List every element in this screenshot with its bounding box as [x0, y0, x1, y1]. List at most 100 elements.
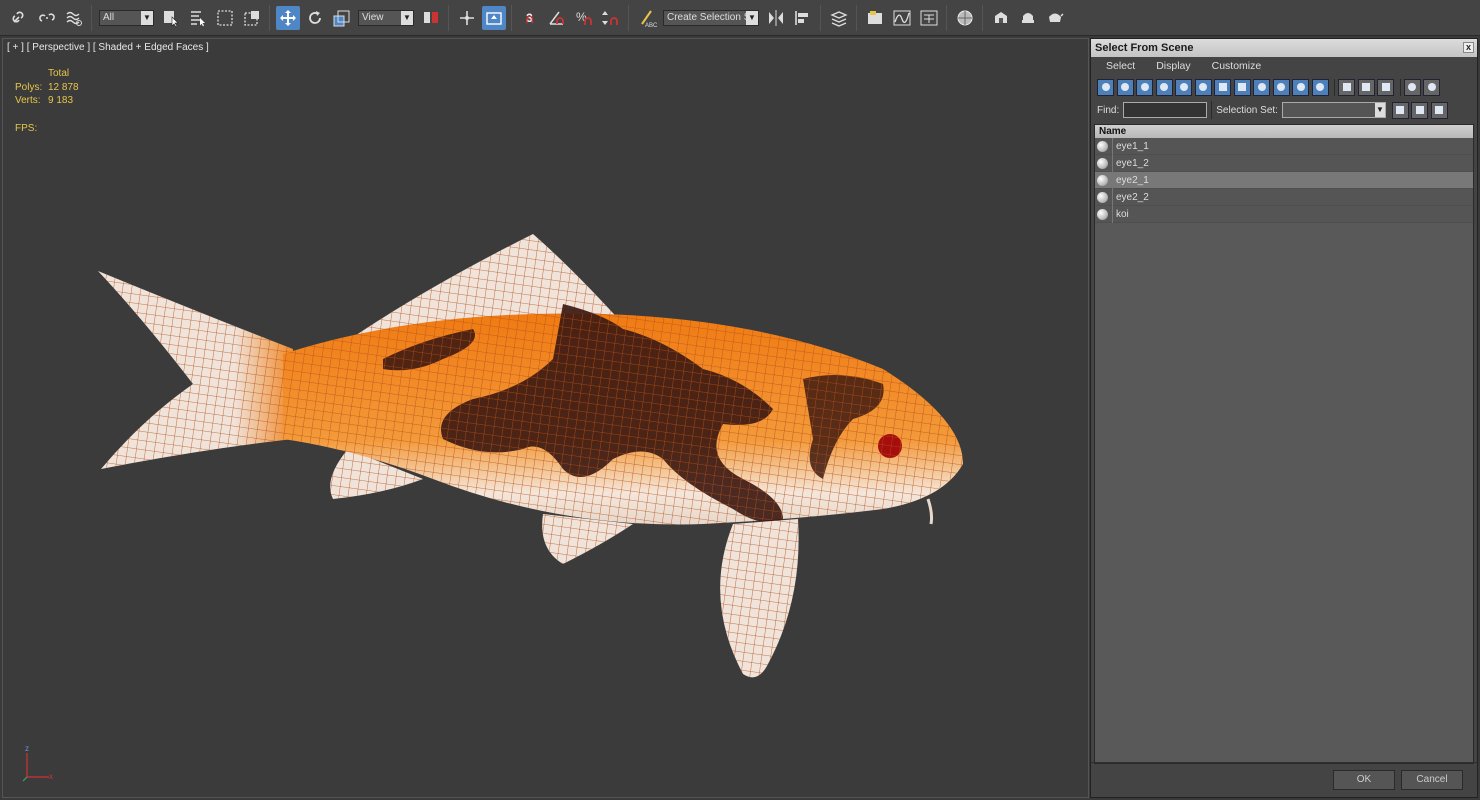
toolbar-separator — [856, 4, 857, 31]
dialog-title-bar[interactable]: Select From Scene x — [1091, 39, 1477, 57]
list-item[interactable]: koi — [1095, 205, 1473, 223]
add-to-selection-set-icon[interactable] — [1411, 101, 1429, 119]
manipulate-icon[interactable] — [455, 6, 479, 30]
list-item[interactable]: eye1_2 — [1095, 154, 1473, 172]
selection-filter-dropdown[interactable]: All ▼ — [99, 9, 154, 26]
dialog-menu-bar: Select Display Customize — [1091, 57, 1477, 75]
find-label: Find: — [1097, 104, 1120, 116]
display-xrefs-icon[interactable] — [1233, 78, 1251, 96]
name-column-label: Name — [1099, 126, 1127, 137]
perspective-viewport[interactable]: [ + ] [ Perspective ] [ Shaded + Edged F… — [2, 38, 1089, 798]
display-helpers-icon[interactable] — [1175, 78, 1192, 96]
render-setup-icon[interactable] — [989, 6, 1013, 30]
display-invert-icon[interactable] — [1377, 78, 1394, 96]
window-crossing-icon[interactable] — [240, 6, 264, 30]
filter-funnel-icon[interactable] — [1403, 78, 1421, 96]
display-none-icon[interactable] — [1357, 78, 1375, 96]
named-selection-value: Create Selection Se — [667, 11, 756, 23]
align-icon[interactable] — [791, 6, 815, 30]
selection-set-dropdown[interactable]: ▼ — [1281, 102, 1386, 118]
toggle-ribbon-icon[interactable] — [863, 6, 887, 30]
display-hidden-icon[interactable] — [1311, 78, 1329, 96]
snaps-toggle-icon[interactable]: 3 — [518, 6, 542, 30]
scene-object-list[interactable]: Name eye1_1 eye1_2 eye2_1 eye2_2 koi — [1094, 124, 1474, 764]
reference-coordinate-value: View — [362, 11, 384, 23]
icon-separator — [1399, 78, 1401, 96]
display-groups-icon[interactable] — [1214, 78, 1231, 96]
material-editor-icon[interactable] — [953, 6, 977, 30]
svg-text:ABC: ABC — [645, 23, 657, 28]
toolbar-separator — [982, 4, 983, 31]
select-object-icon[interactable] — [159, 6, 183, 30]
select-by-name-icon[interactable] — [186, 6, 210, 30]
display-lights-icon[interactable] — [1136, 78, 1153, 96]
unlink-icon[interactable] — [35, 6, 59, 30]
close-icon[interactable]: x — [1463, 42, 1474, 53]
list-item[interactable]: eye1_1 — [1095, 137, 1473, 155]
chevron-down-icon: ▼ — [1374, 103, 1385, 117]
toolbar-separator — [269, 4, 270, 31]
display-cameras-icon[interactable] — [1155, 78, 1173, 96]
toolbar-separator — [628, 4, 629, 31]
pectoral-fin — [720, 519, 799, 678]
named-selection-sets-dropdown[interactable]: Create Selection Se ▼ — [663, 9, 759, 26]
list-item-name: koi — [1116, 208, 1129, 220]
reference-coordinate-dropdown[interactable]: View ▼ — [358, 9, 414, 26]
display-bones-icon[interactable] — [1253, 78, 1270, 96]
teapot-icon — [1097, 191, 1108, 203]
ok-button[interactable]: OK — [1333, 770, 1395, 790]
find-separator — [1211, 101, 1213, 119]
list-item[interactable]: eye2_2 — [1095, 188, 1473, 206]
main-toolbar: All ▼ View ▼ 3 % ABC Create Selection Se ▼ — [0, 0, 1480, 36]
select-and-scale-icon[interactable] — [330, 6, 354, 30]
cancel-button[interactable]: Cancel — [1401, 770, 1463, 790]
edit-named-selection-icon[interactable]: ABC — [635, 6, 659, 30]
layer-manager-icon[interactable] — [827, 6, 851, 30]
koi-fish-model[interactable] — [3, 39, 1089, 798]
axis-x-label: x — [49, 772, 53, 781]
render-production-icon[interactable] — [1043, 6, 1067, 30]
rendered-frame-window-icon[interactable] — [1016, 6, 1040, 30]
icon-separator — [1334, 78, 1335, 96]
select-and-rotate-icon[interactable] — [303, 6, 327, 30]
find-input[interactable] — [1123, 102, 1208, 118]
keyboard-shortcut-override-icon[interactable] — [481, 5, 506, 30]
display-shapes-icon[interactable] — [1116, 78, 1134, 96]
display-frozen-icon[interactable] — [1292, 78, 1309, 96]
display-geometry-icon[interactable] — [1097, 78, 1114, 96]
teapot-icon — [1097, 174, 1108, 186]
remove-from-selection-set-icon[interactable] — [1430, 101, 1448, 119]
curve-editor-icon[interactable] — [890, 6, 914, 30]
axis-tripod: z x — [22, 745, 53, 782]
filter-settings-icon[interactable] — [1423, 78, 1440, 96]
toolbar-separator — [511, 4, 512, 31]
display-containers-icon[interactable] — [1272, 78, 1290, 96]
toolbar-separator — [946, 4, 947, 31]
filter-icon-bar — [1091, 75, 1477, 99]
menu-customize[interactable]: Customize — [1205, 60, 1262, 72]
name-column-header[interactable]: Name — [1095, 125, 1473, 138]
bind-space-warp-icon[interactable] — [62, 6, 86, 30]
spinner-snap-icon[interactable] — [599, 6, 623, 30]
menu-select[interactable]: Select — [1099, 60, 1135, 72]
list-item-name: eye2_1 — [1116, 174, 1149, 186]
chevron-down-icon: ▼ — [141, 10, 153, 25]
display-all-icon[interactable] — [1338, 78, 1355, 96]
schematic-view-icon[interactable] — [917, 6, 941, 30]
display-space-warps-icon[interactable] — [1194, 78, 1212, 96]
create-selection-set-icon[interactable] — [1391, 101, 1409, 119]
percent-snap-icon[interactable]: % — [572, 6, 596, 30]
mirror-icon[interactable] — [764, 6, 788, 30]
angle-snap-icon[interactable] — [545, 6, 569, 30]
dialog-title: Select From Scene — [1095, 42, 1194, 54]
list-item[interactable]: eye2_1 — [1095, 171, 1473, 189]
list-item-name: eye1_2 — [1116, 157, 1149, 169]
rectangular-selection-icon[interactable] — [213, 6, 237, 30]
pivot-center-icon[interactable] — [419, 6, 443, 30]
chevron-down-icon: ▼ — [746, 10, 758, 25]
select-and-move-icon[interactable] — [275, 5, 300, 30]
toolbar-separator — [91, 4, 92, 31]
selection-set-label: Selection Set: — [1216, 104, 1278, 116]
menu-display[interactable]: Display — [1149, 60, 1190, 72]
select-and-link-icon[interactable] — [8, 6, 32, 30]
